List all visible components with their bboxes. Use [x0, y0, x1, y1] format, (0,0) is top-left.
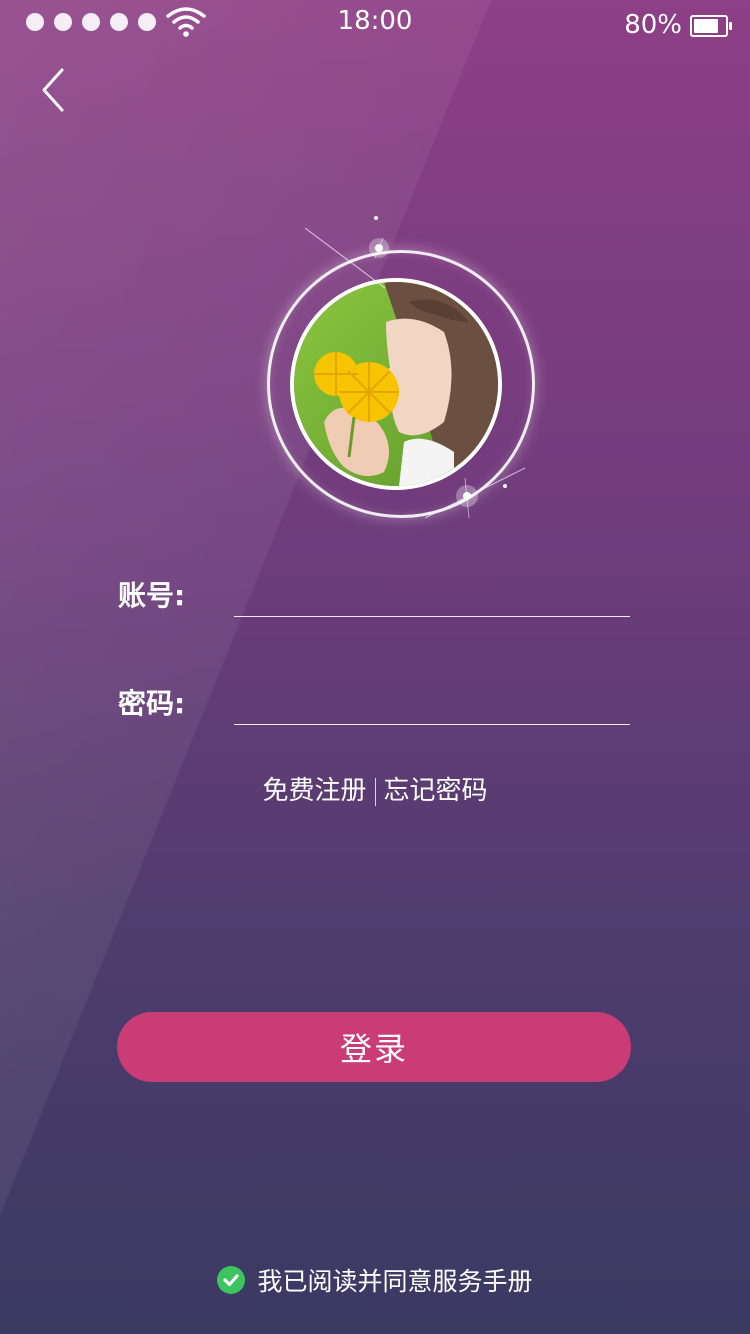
auth-links: 免费注册 忘记密码 [0, 770, 750, 807]
login-button[interactable]: 登录 [117, 1012, 631, 1082]
account-label: 账号: [118, 579, 186, 612]
chevron-left-icon [42, 68, 64, 112]
agreement: 我已阅读并同意服务手册 [0, 1262, 750, 1298]
account-input[interactable] [234, 576, 630, 617]
battery-icon [690, 15, 732, 37]
status-bar: 18:00 80% [0, 0, 750, 44]
agree-checkbox[interactable] [217, 1266, 246, 1294]
forgot-password-link[interactable]: 忘记密码 [384, 776, 488, 806]
avatar[interactable] [265, 216, 535, 519]
sparkle-icon [305, 228, 389, 289]
link-divider [374, 778, 376, 806]
register-link[interactable]: 免费注册 [262, 776, 366, 806]
checkmark-icon [223, 1274, 240, 1287]
background-shine [0, 0, 750, 1334]
battery-fill [694, 19, 718, 33]
password-label: 密码: [118, 687, 186, 720]
battery-percentage: 80% [624, 10, 682, 40]
back-button[interactable] [36, 66, 72, 114]
password-field: 密码: [118, 684, 632, 744]
agreement-text[interactable]: 我已阅读并同意服务手册 [257, 1267, 532, 1296]
password-input[interactable] [234, 684, 630, 725]
sparkle-icon [425, 467, 526, 519]
account-field: 账号: [118, 576, 632, 636]
sparkle-icon [374, 216, 378, 220]
